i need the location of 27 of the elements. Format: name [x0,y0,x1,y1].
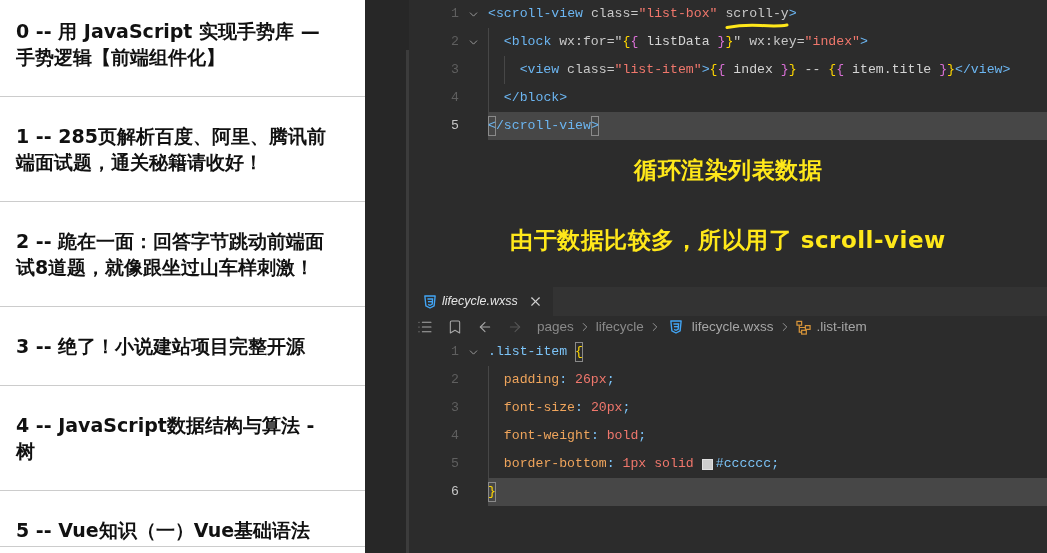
code-line: </block> [503,89,568,108]
annotation-text: 循环渲染列表数据 [634,157,822,183]
code-line: .list-item { [488,342,583,362]
code-line: <block wx:for="{{ listData }}" wx:key="index"> [503,33,868,52]
code-line: #cccccc; [715,455,780,474]
css-file-icon [669,320,682,334]
css-file-icon [424,294,436,309]
code-line: border-bottom: 1px solid [503,455,694,474]
code-line: <view class="list-item">{{ index }} -- {{ item.title }}</view> [519,61,1011,80]
annotation-text: 由于数据比较多，所以用了 scroll-view [510,227,946,253]
underline-mark [725,22,789,30]
list-icon[interactable] [417,319,433,335]
breadcrumb-item[interactable]: lifecycle.wxss [665,316,774,338]
breadcrumb-item[interactable]: .list-item [795,316,867,338]
line-number: 5 [450,117,459,136]
breadcrumb-item[interactable]: lifecycle [595,316,644,338]
line-number: 6 [450,483,459,502]
code-line: font-weight: bold; [503,427,647,446]
breadcrumb-item[interactable]: pages [537,316,574,338]
code-line: padding: 26px; [503,371,615,390]
connected-boxes-icon [795,319,811,335]
code-line: } [488,482,496,502]
bookmark-icon[interactable] [447,319,463,335]
code-line: <scroll-view class="list-box" scroll-y> [488,5,797,24]
editor-tab[interactable]: lifecycle.wxss [409,287,553,316]
code-line: </scroll-view> [488,116,599,136]
code-line: font-size: 20px; [503,399,631,418]
